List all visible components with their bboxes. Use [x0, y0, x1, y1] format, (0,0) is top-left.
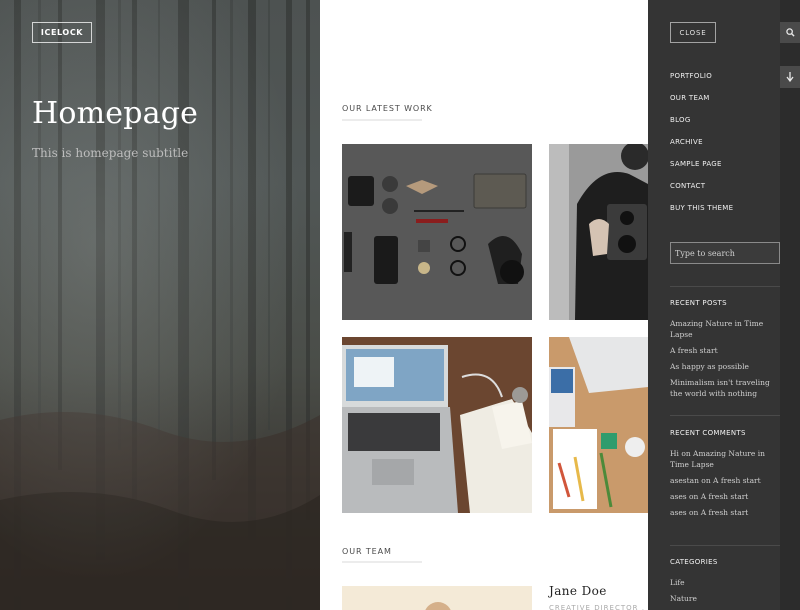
- site-logo-button[interactable]: ICELOCK: [32, 22, 92, 43]
- recent-post-link[interactable]: As happy as possible: [670, 361, 778, 372]
- recent-posts-list: Amazing Nature in Time Lapse A fresh sta…: [670, 318, 778, 399]
- our-team-heading: OUR TEAM: [342, 547, 392, 556]
- recent-comments-list: Hi on Amazing Nature in Time Lapse asest…: [670, 448, 778, 518]
- divider: [670, 286, 780, 287]
- page-title: Homepage: [32, 96, 199, 131]
- recent-post-link[interactable]: Amazing Nature in Time Lapse: [670, 318, 778, 340]
- nav-item-sample-page[interactable]: SAMPLE PAGE: [670, 160, 733, 182]
- divider: [670, 545, 780, 546]
- main-nav: PORTFOLIO OUR TEAM BLOG ARCHIVE SAMPLE P…: [670, 72, 733, 226]
- nav-item-buy-theme[interactable]: BUY THIS THEME: [670, 204, 733, 226]
- nav-item-archive[interactable]: ARCHIVE: [670, 138, 733, 160]
- recent-post-link[interactable]: A fresh start: [670, 345, 778, 356]
- nav-item-contact[interactable]: CONTACT: [670, 182, 733, 204]
- arrow-down-icon: [786, 72, 794, 82]
- latest-work-heading: OUR LATEST WORK: [342, 104, 433, 113]
- hero-section: ICELOCK Homepage This is homepage subtit…: [0, 0, 320, 610]
- page-subtitle: This is homepage subtitle: [32, 146, 189, 160]
- recent-comment-link[interactable]: ases on A fresh start: [670, 507, 778, 518]
- divider: [670, 415, 780, 416]
- desk-photo: [549, 337, 648, 513]
- scroll-down-button[interactable]: [780, 66, 800, 88]
- latest-work-rule: [342, 119, 422, 121]
- team-member-name: Jane Doe: [549, 584, 607, 598]
- recent-post-link[interactable]: Minimalism isn't traveling the world wit…: [670, 377, 778, 399]
- recent-comment-link[interactable]: ases on A fresh start: [670, 491, 778, 502]
- team-member-role: CREATIVE DIRECTOR , DES: [549, 604, 648, 610]
- search-toggle-button[interactable]: [780, 22, 800, 43]
- portfolio-item-laptop[interactable]: [342, 337, 532, 513]
- categories-list: Life Nature: [670, 577, 778, 604]
- accessories-photo: [342, 144, 532, 320]
- search-input[interactable]: [670, 242, 780, 264]
- team-member-photo: [342, 586, 532, 610]
- our-team-rule: [342, 561, 422, 563]
- main-content: OUR LATEST WORK OUR TEAM Jane Doe CREATI…: [320, 0, 648, 610]
- laptop-photo: [342, 337, 532, 513]
- camera-photo: [549, 144, 648, 320]
- recent-comments-heading: RECENT COMMENTS: [670, 429, 746, 437]
- close-button[interactable]: CLOSE: [670, 22, 716, 43]
- category-link-life[interactable]: Life: [670, 577, 778, 588]
- right-toolbar: [780, 0, 800, 610]
- nav-item-blog[interactable]: BLOG: [670, 116, 733, 138]
- nav-item-portfolio[interactable]: PORTFOLIO: [670, 72, 733, 94]
- portfolio-item-accessories[interactable]: [342, 144, 532, 320]
- portfolio-item-desk[interactable]: [549, 337, 648, 513]
- category-link-nature[interactable]: Nature: [670, 593, 778, 604]
- fog-overlay: [0, 0, 320, 610]
- side-panel: CLOSE PORTFOLIO OUR TEAM BLOG ARCHIVE SA…: [648, 0, 780, 610]
- recent-comment-link[interactable]: Hi on Amazing Nature in Time Lapse: [670, 448, 778, 470]
- recent-posts-heading: RECENT POSTS: [670, 299, 727, 307]
- recent-comment-link[interactable]: asestan on A fresh start: [670, 475, 778, 486]
- nav-item-our-team[interactable]: OUR TEAM: [670, 94, 733, 116]
- team-photo: [342, 586, 532, 610]
- search-icon: [785, 28, 795, 37]
- portfolio-item-camera[interactable]: [549, 144, 648, 320]
- categories-heading: CATEGORIES: [670, 558, 718, 566]
